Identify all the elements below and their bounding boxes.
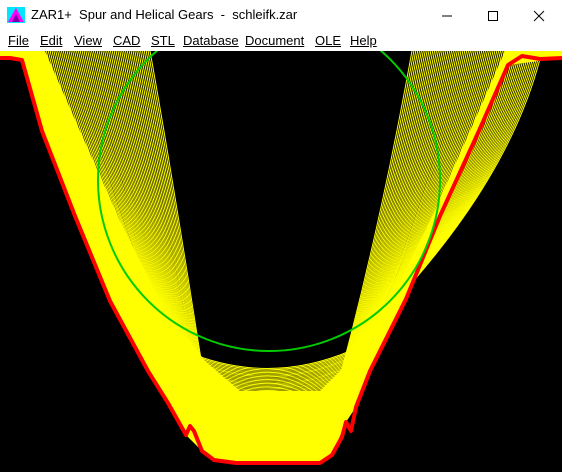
maximize-icon [488, 10, 498, 21]
maximize-button[interactable] [470, 0, 516, 31]
minimize-icon [442, 15, 452, 16]
menu-database[interactable]: Database [183, 33, 239, 49]
menu-file[interactable]: File [8, 33, 29, 49]
close-button[interactable] [516, 0, 562, 31]
window-title: ZAR1+ Spur and Helical Gears - schleifk.… [31, 7, 298, 22]
menu-edit[interactable]: Edit [40, 33, 62, 49]
menu-stl[interactable]: STL [151, 33, 175, 49]
tool-envelope-lines [0, 51, 562, 464]
minimize-button[interactable] [424, 0, 470, 31]
close-icon [533, 10, 545, 21]
tooth-profile-drawing [0, 51, 562, 465]
app-icon[interactable] [7, 7, 25, 23]
menu-cad[interactable]: CAD [113, 33, 140, 49]
menu-document[interactable]: Document [245, 33, 304, 49]
menu-bar: File Edit View CAD STL Database Document… [0, 31, 562, 51]
menu-help[interactable]: Help [350, 33, 377, 49]
menu-ole[interactable]: OLE [315, 33, 341, 49]
menu-view[interactable]: View [74, 33, 102, 49]
gear-drawing-canvas[interactable] [0, 51, 562, 472]
title-bar[interactable]: ZAR1+ Spur and Helical Gears - schleifk.… [0, 0, 562, 32]
